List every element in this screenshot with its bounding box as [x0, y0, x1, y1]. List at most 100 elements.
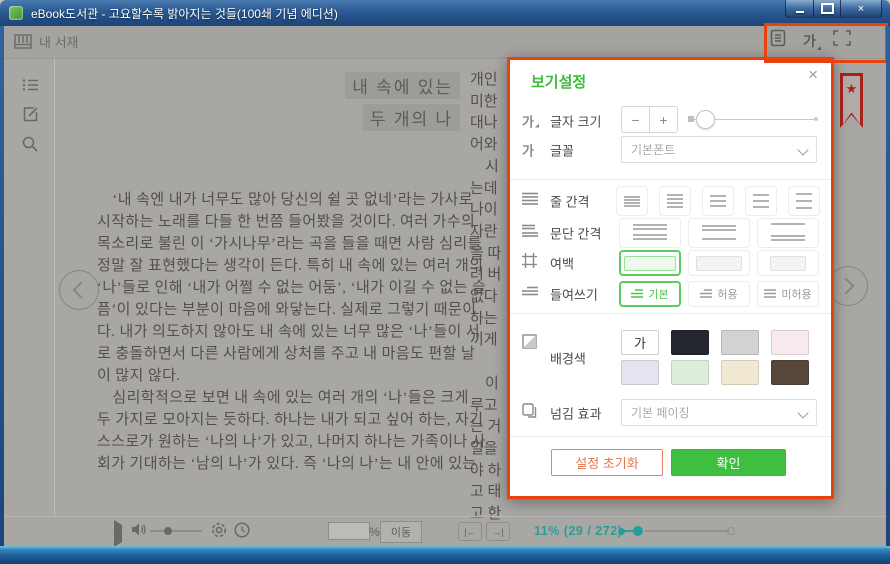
margin-label: 여백: [550, 254, 574, 273]
go-to-page-button[interactable]: 이동: [380, 521, 422, 543]
page-effect-value: 기본 페이징: [631, 404, 690, 421]
line-spacing-icon: [522, 192, 538, 210]
chevron-right-icon: [838, 278, 855, 295]
font-size-label: 글자 크기: [550, 112, 601, 131]
line-spacing-option-2[interactable]: [659, 186, 691, 216]
indent-option-disallow[interactable]: 미허용: [757, 281, 819, 307]
line-spacing-row: 줄 간격: [510, 186, 831, 216]
line-spacing-option-5[interactable]: [788, 186, 820, 216]
bg-color-swatch-lavender[interactable]: [621, 360, 659, 385]
close-window-button[interactable]: ×: [841, 0, 882, 18]
page-percent-input[interactable]: [328, 522, 370, 540]
line-spacing-option-3[interactable]: [702, 186, 734, 216]
play-icon: [114, 520, 122, 547]
slider-start-mark: [688, 116, 694, 122]
toolbar-highlight-annotation: [764, 23, 888, 63]
jump-to-start-button[interactable]: |←: [458, 522, 482, 541]
page-effect-icon: [522, 403, 537, 423]
volume-button[interactable]: [131, 522, 147, 542]
reading-timer-button[interactable]: [234, 522, 250, 543]
line-spacing-label: 줄 간격: [550, 192, 590, 211]
next-page-button[interactable]: [828, 266, 868, 306]
window-controls: ×: [785, 0, 882, 18]
previous-page-button[interactable]: [59, 270, 99, 310]
book-page-text: ‘내 속엔 내가 너무도 많아 당신의 쉴 곳 없네’라는 가사로 시작하는 노…: [97, 189, 509, 475]
indent-glyph: [631, 289, 643, 299]
bg-color-swatch-green[interactable]: [671, 360, 709, 385]
bg-color-swatch-pink[interactable]: [771, 330, 809, 355]
font-family-select[interactable]: 기본폰트: [621, 136, 817, 163]
margin-option-1-selected[interactable]: [619, 250, 681, 276]
panel-close-button[interactable]: ×: [808, 65, 818, 85]
indent-option-allow[interactable]: 허용: [688, 281, 750, 307]
speaker-icon: [131, 522, 147, 537]
bg-color-swatch-white[interactable]: 가: [621, 330, 659, 355]
minimize-icon: [796, 11, 804, 13]
margin-glyph: [624, 256, 676, 271]
divider: [510, 313, 831, 314]
app-logo-icon: [9, 6, 23, 20]
indent-option-default[interactable]: 기본: [619, 281, 681, 307]
line-spacing-glyph: [753, 194, 769, 208]
progress-thumb[interactable]: [633, 526, 643, 536]
window-border-bottom: [0, 546, 890, 564]
margin-option-2[interactable]: [688, 250, 750, 276]
window-title: eBook도서관 - 고요할수록 밝아지는 것들(100쇄 기념 에디션): [31, 5, 338, 22]
progress-end-ring: [727, 527, 735, 535]
my-library-label: 내 서재: [39, 32, 79, 51]
line-spacing-glyph: [710, 195, 726, 207]
maximize-icon: [821, 3, 834, 14]
line-spacing-option-1[interactable]: [616, 186, 648, 216]
line-spacing-glyph: [624, 196, 640, 207]
book-right-column-text: 개인 미한 대나 어와 시 는데 나이 자란 을 따 려 버 없다 하는 끼게 …: [470, 70, 509, 526]
font-size-decrease-button[interactable]: −: [622, 107, 650, 132]
bg-color-swatch-brown[interactable]: [771, 360, 809, 385]
bookshelf-icon: [14, 34, 32, 49]
margin-glyph: [770, 256, 806, 271]
font-family-label: 글꼴: [550, 140, 574, 159]
play-button[interactable]: [114, 525, 122, 543]
volume-thumb[interactable]: [164, 527, 172, 535]
margin-option-3[interactable]: [757, 250, 819, 276]
page-effect-select[interactable]: 기본 페이징: [621, 399, 817, 426]
paragraph-spacing-glyph: [633, 224, 667, 242]
table-of-contents-icon[interactable]: [22, 78, 39, 97]
indent-label: 들여쓰기: [550, 285, 598, 304]
reset-settings-button[interactable]: 설정 초기화: [551, 449, 663, 476]
indent-row: 들여쓰기 기본 허용 미허용: [510, 281, 831, 307]
indent-option-label: 미허용: [781, 286, 811, 302]
paragraph-spacing-option-2[interactable]: [688, 218, 750, 248]
window-border-left: [0, 26, 4, 564]
slider-end-mark: [814, 117, 818, 121]
chapter-title-line: 내 속에 있는: [345, 72, 460, 99]
progress-remaining-track[interactable]: [645, 530, 729, 532]
reading-progress-text: 11% (29 / 272): [534, 524, 622, 538]
jump-to-end-button[interactable]: →|: [486, 522, 510, 541]
volume-slider[interactable]: [150, 530, 202, 532]
bg-color-swatch-beige[interactable]: [721, 360, 759, 385]
bg-color-swatch-dark[interactable]: [671, 330, 709, 355]
paragraph-spacing-option-3[interactable]: [757, 218, 819, 248]
chapter-title-line: 두 개의 나: [363, 104, 460, 131]
bookmark-star-icon: ★: [840, 81, 863, 97]
font-size-increase-button[interactable]: +: [650, 107, 677, 132]
chevron-down-icon: [797, 144, 808, 155]
font-size-slider-thumb[interactable]: [696, 110, 715, 129]
confirm-button[interactable]: 확인: [671, 449, 786, 476]
gear-icon: [210, 521, 228, 539]
note-icon[interactable]: [22, 106, 39, 128]
percent-symbol: %: [369, 525, 380, 539]
window-border-right: [886, 26, 890, 564]
my-library-button[interactable]: 내 서재: [14, 32, 79, 51]
background-color-icon: [522, 334, 537, 354]
tts-settings-button[interactable]: [210, 521, 228, 544]
margin-icon: [522, 253, 537, 273]
bg-color-swatch-gray[interactable]: [721, 330, 759, 355]
paragraph-spacing-row: 문단 간격: [510, 218, 831, 248]
search-icon[interactable]: [22, 136, 38, 157]
paragraph-spacing-option-1[interactable]: [619, 218, 681, 248]
line-spacing-option-4[interactable]: [745, 186, 777, 216]
maximize-button[interactable]: [814, 0, 841, 18]
page-effect-label: 넘김 효과: [550, 403, 601, 422]
minimize-button[interactable]: [785, 0, 814, 18]
